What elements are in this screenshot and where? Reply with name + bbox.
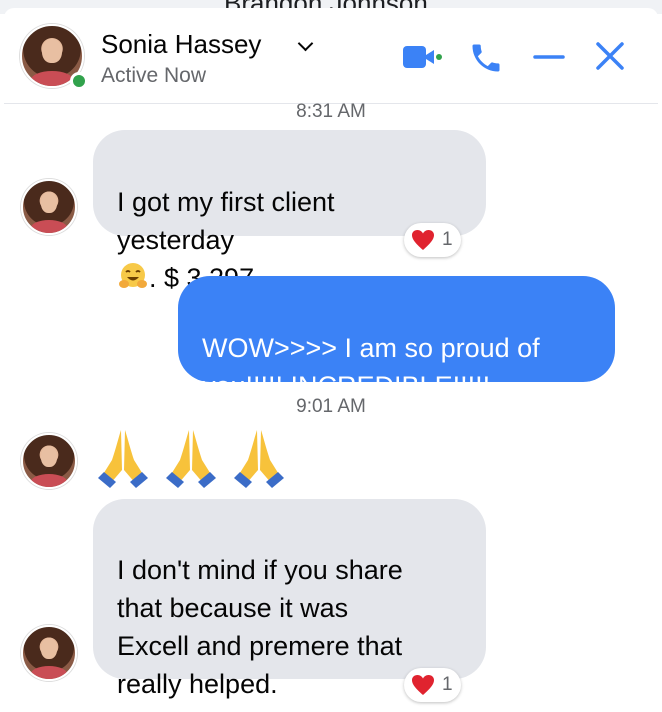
chevron-down-icon[interactable] bbox=[297, 35, 314, 52]
heart-icon bbox=[412, 675, 434, 695]
message-text: WOW>>>> I am so proud of you!!!!! INCRED… bbox=[202, 333, 540, 401]
close-icon bbox=[596, 42, 624, 70]
active-status: Active Now bbox=[101, 64, 207, 87]
message-bubble-outgoing[interactable]: WOW>>>> I am so proud of you!!!!! INCRED… bbox=[178, 276, 615, 401]
video-call-icon bbox=[403, 46, 442, 68]
sender-avatar[interactable] bbox=[21, 179, 77, 235]
message-bubble-incoming[interactable]: I don't mind if you share that because i… bbox=[93, 499, 486, 699]
hugging-face-icon bbox=[119, 263, 147, 288]
phone-call-icon bbox=[472, 44, 500, 72]
message-text: I got my first client yesterday bbox=[117, 187, 335, 255]
contact-name[interactable]: Sonia Hassey bbox=[101, 29, 261, 60]
message-timestamp: 8:31 AM bbox=[296, 101, 366, 122]
sender-avatar[interactable] bbox=[21, 433, 77, 489]
folded-hands-icon bbox=[234, 430, 284, 488]
folded-hands-icon bbox=[98, 430, 148, 488]
reaction-badge[interactable]: 1 bbox=[404, 668, 461, 702]
sender-avatar[interactable] bbox=[21, 625, 77, 681]
minimize-button[interactable] bbox=[532, 42, 566, 72]
video-call-button[interactable] bbox=[400, 42, 444, 72]
close-button[interactable] bbox=[592, 38, 628, 74]
minimize-icon bbox=[533, 55, 565, 59]
message-text: I don't mind if you share that because i… bbox=[117, 555, 403, 699]
message-bubble-incoming[interactable]: I got my first client yesterday . $ 3,29… bbox=[93, 130, 486, 293]
online-status-dot bbox=[70, 72, 88, 90]
heart-icon bbox=[412, 230, 434, 250]
folded-hands-icon bbox=[166, 430, 216, 488]
chat-header: Sonia Hassey Active Now bbox=[4, 8, 658, 104]
reaction-count: 1 bbox=[442, 229, 453, 250]
message-timestamp: 9:01 AM bbox=[296, 396, 366, 417]
reaction-count: 1 bbox=[442, 674, 453, 695]
reaction-badge[interactable]: 1 bbox=[404, 223, 461, 257]
phone-call-button[interactable] bbox=[468, 40, 504, 76]
